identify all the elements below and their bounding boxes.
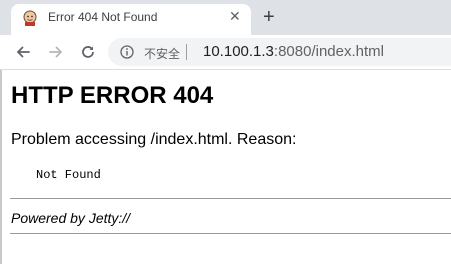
info-icon[interactable] (120, 45, 134, 59)
divider (10, 198, 451, 199)
close-icon[interactable]: ✕ (229, 8, 241, 24)
tab-title: Error 404 Not Found (48, 10, 158, 24)
security-label[interactable]: 不安全 (144, 45, 180, 62)
url-path: :8080/index.html (273, 43, 384, 60)
back-arrow-icon[interactable] (13, 42, 33, 62)
powered-by-text: Powered by Jetty:// (11, 210, 131, 226)
jenkins-favicon-icon (22, 10, 38, 26)
reload-icon[interactable] (78, 42, 98, 62)
page-content: HTTP ERROR 404 Problem accessing /index.… (0, 70, 451, 264)
divider (10, 233, 451, 234)
url-text[interactable]: 10.100.1.3:8080/index.html (203, 43, 384, 60)
tab-strip: Error 404 Not Found ✕ + (0, 0, 451, 35)
error-message: Not Found (36, 168, 101, 182)
page-title: HTTP ERROR 404 (11, 82, 214, 109)
reason-text: Problem accessing /index.html. Reason: (11, 131, 297, 148)
browser-toolbar: 不安全 10.100.1.3:8080/index.html (0, 35, 451, 70)
tab-error-404[interactable]: Error 404 Not Found ✕ (11, 4, 251, 35)
new-tab-icon[interactable]: + (263, 5, 275, 29)
forward-arrow-icon[interactable] (46, 42, 66, 62)
divider (186, 44, 187, 60)
address-bar[interactable]: 不安全 10.100.1.3:8080/index.html (108, 38, 451, 66)
url-host: 10.100.1.3 (203, 43, 274, 60)
